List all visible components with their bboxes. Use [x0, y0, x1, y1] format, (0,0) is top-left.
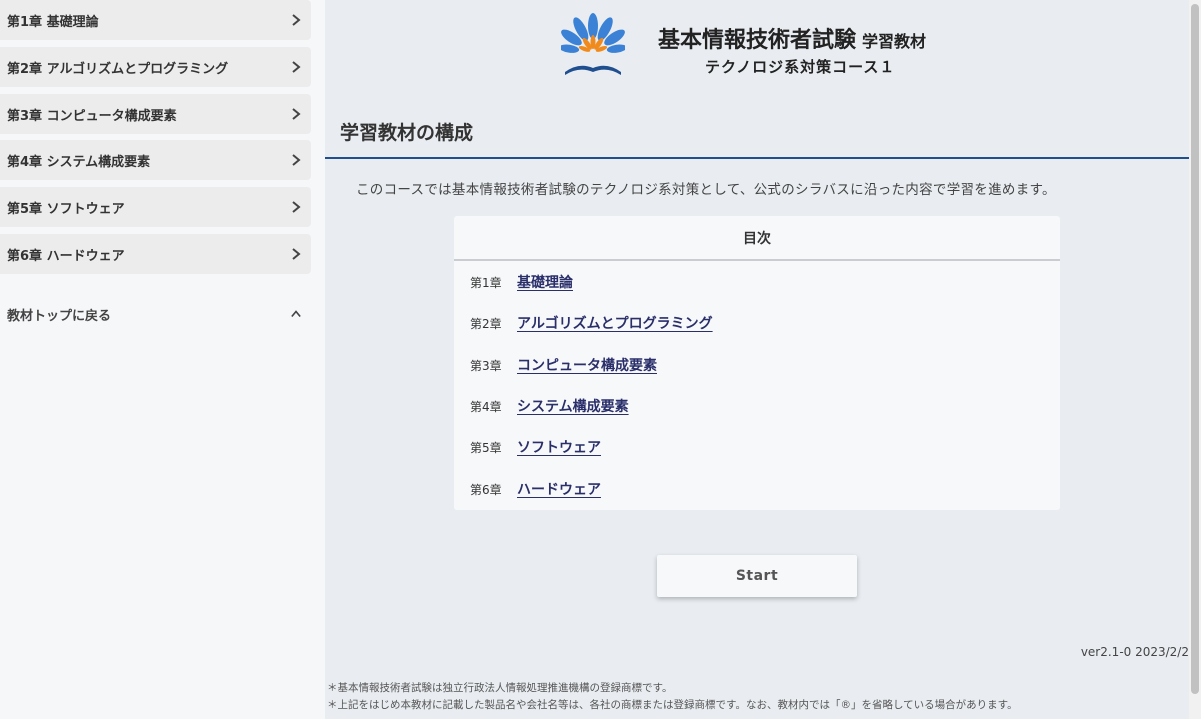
- toc-title: 目次: [454, 216, 1060, 261]
- brand-title: 基本情報技術者試験 学習教材: [658, 22, 926, 54]
- toc-row-6: 第6章 ハードウェア: [470, 479, 601, 499]
- main-content: 基本情報技術者試験 学習教材 テクノロジ系対策コース１ 学習教材の構成 このコース…: [325, 0, 1189, 719]
- chevron-right-icon: [281, 108, 311, 120]
- sidebar-item-chapter-5[interactable]: 第5章 ソフトウェア: [0, 187, 311, 227]
- toc-link-chapter-4[interactable]: システム構成要素: [517, 396, 629, 416]
- sidebar-item-label: 第6章 ハードウェア: [7, 248, 125, 264]
- sidebar-item-label: 第3章 コンピュータ構成要素: [7, 108, 177, 124]
- toc-chapter-number: 第2章: [470, 317, 502, 331]
- toc-chapter-number: 第1章: [470, 276, 502, 290]
- toc-row-1: 第1章 基礎理論: [470, 272, 573, 292]
- toc-chapter-number: 第5章: [470, 441, 502, 455]
- sidebar-item-chapter-3[interactable]: 第3章 コンピュータ構成要素: [0, 94, 311, 134]
- sidebar-item-label: 第4章 システム構成要素: [7, 154, 151, 170]
- course-name: テクノロジ系対策コース１: [705, 58, 896, 76]
- toc-row-4: 第4章 システム構成要素: [470, 396, 629, 416]
- table-of-contents: 目次 第1章 基礎理論 第2章 アルゴリズムとプログラミング 第3章 コンピュー…: [454, 216, 1060, 510]
- chevron-right-icon: [281, 248, 311, 260]
- sidebar: 第1章 基礎理論 第2章 アルゴリズムとプログラミング 第3章 コンピュータ構成…: [0, 0, 325, 719]
- trademark-note-2: ＊上記をはじめ本教材に記載した製品名や会社名等は、各社の商標または登録商標です。…: [327, 699, 1018, 711]
- back-to-top-label: 教材トップに戻る: [7, 308, 112, 324]
- chevron-right-icon: [281, 61, 311, 73]
- scrollbar-thumb[interactable]: [1191, 4, 1199, 694]
- toc-chapter-number: 第4章: [470, 400, 502, 414]
- chevron-right-icon: [281, 14, 311, 26]
- sidebar-item-label: 第5章 ソフトウェア: [7, 201, 125, 217]
- toc-link-chapter-1[interactable]: 基礎理論: [517, 272, 573, 292]
- trademark-note-1: ＊基本情報技術者試験は独立行政法人情報処理推進機構の登録商標です。: [327, 682, 673, 694]
- scrollbar[interactable]: [1189, 0, 1201, 719]
- sidebar-item-label: 第1章 基礎理論: [7, 14, 99, 30]
- section-divider: [325, 157, 1189, 159]
- back-to-top-link[interactable]: 教材トップに戻る: [0, 294, 311, 334]
- brand-title-sub: 学習教材: [862, 32, 927, 51]
- chevron-right-icon: [281, 154, 311, 166]
- brand-title-main: 基本情報技術者試験: [658, 28, 857, 53]
- toc-row-2: 第2章 アルゴリズムとプログラミング: [470, 313, 713, 333]
- section-title: 学習教材の構成: [340, 122, 474, 144]
- sidebar-item-chapter-2[interactable]: 第2章 アルゴリズムとプログラミング: [0, 47, 311, 87]
- toc-link-chapter-3[interactable]: コンピュータ構成要素: [517, 355, 657, 375]
- sidebar-item-label: 第2章 アルゴリズムとプログラミング: [7, 61, 229, 77]
- toc-row-3: 第3章 コンピュータ構成要素: [470, 355, 657, 375]
- chevron-up-icon: [281, 308, 311, 320]
- toc-chapter-number: 第3章: [470, 359, 502, 373]
- version-text: ver2.1-0 2023/2/2: [1080, 645, 1189, 659]
- toc-link-chapter-2[interactable]: アルゴリズムとプログラミング: [517, 313, 713, 333]
- sidebar-item-chapter-1[interactable]: 第1章 基礎理論: [0, 0, 311, 40]
- lotus-book-logo-icon: [561, 13, 625, 75]
- toc-link-chapter-6[interactable]: ハードウェア: [517, 479, 601, 499]
- toc-row-5: 第5章 ソフトウェア: [470, 437, 601, 457]
- toc-chapter-number: 第6章: [470, 483, 502, 497]
- chevron-right-icon: [281, 201, 311, 213]
- start-button[interactable]: Start: [657, 555, 857, 597]
- toc-link-chapter-5[interactable]: ソフトウェア: [517, 437, 601, 457]
- sidebar-item-chapter-6[interactable]: 第6章 ハードウェア: [0, 234, 311, 274]
- sidebar-item-chapter-4[interactable]: 第4章 システム構成要素: [0, 140, 311, 180]
- intro-text: このコースでは基本情報技術者試験のテクノロジ系対策として、公式のシラバスに沿った…: [356, 182, 1056, 198]
